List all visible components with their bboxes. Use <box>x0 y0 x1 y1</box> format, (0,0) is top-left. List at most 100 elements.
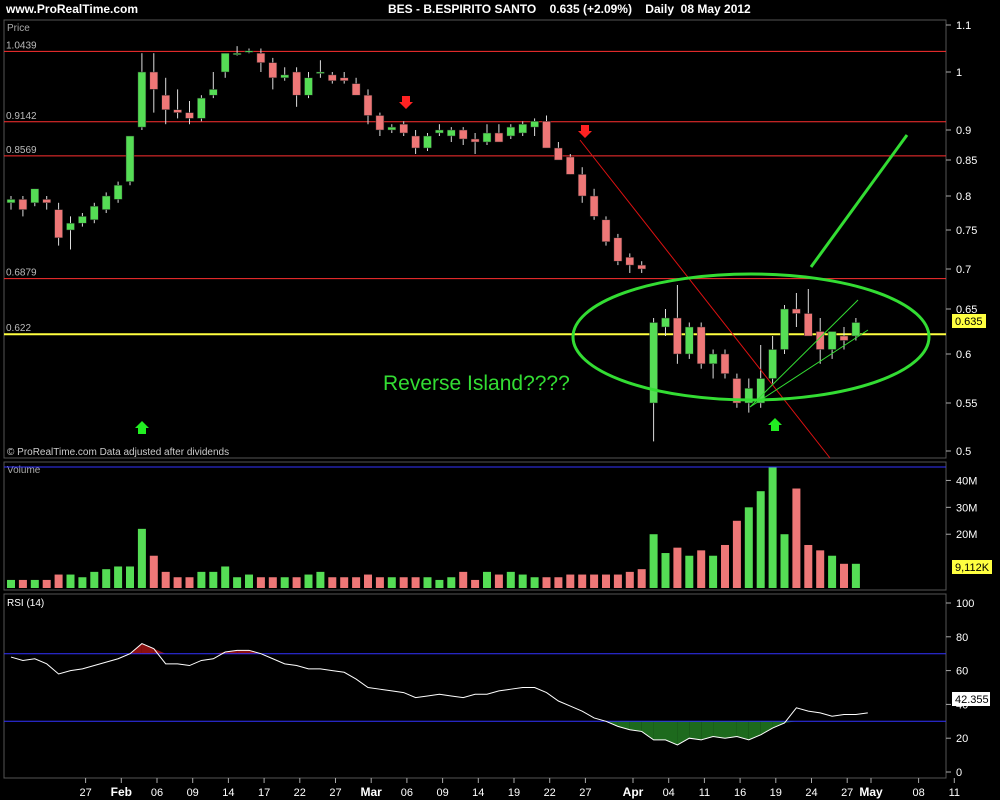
volume-bar <box>649 534 658 588</box>
rsi-panel <box>3 593 947 779</box>
reverse-island-annotation: Reverse Island???? <box>383 372 570 395</box>
price-panel-label: Price <box>7 23 30 34</box>
volume-bar <box>66 574 75 588</box>
volume-bar <box>661 553 670 588</box>
volume-bar <box>494 574 503 588</box>
volume-bar <box>78 577 87 588</box>
price-tick-label: 0.6 <box>956 349 971 361</box>
volume-bar <box>292 577 301 588</box>
x-tick-label: 09 <box>187 787 199 799</box>
candle <box>601 216 611 246</box>
volume-bar <box>18 579 27 588</box>
volume-bar <box>673 547 682 588</box>
volume-bar <box>625 571 634 588</box>
level-line-label: 1.0439 <box>6 40 37 51</box>
x-tick-label: 27 <box>841 787 853 799</box>
rsi-zone-fill <box>725 721 737 739</box>
x-tick-label: Apr <box>623 785 644 799</box>
volume-bar <box>233 577 242 588</box>
rsi-zone-fill <box>237 650 249 654</box>
x-tick-label: 16 <box>734 787 746 799</box>
volume-bar <box>102 569 111 588</box>
volume-bar <box>161 571 170 588</box>
chart-title: BES - B.ESPIRITO SANTO 0.635 (+2.09%) Da… <box>388 2 751 16</box>
volume-tick-label: 20M <box>956 529 977 541</box>
price-tick-label: 0.9 <box>956 125 971 137</box>
volume-bar <box>197 571 206 588</box>
price-y-axis: 1.110.90.850.80.750.70.650.60.550.5 <box>946 20 977 458</box>
rsi-tick-label: 100 <box>956 598 974 610</box>
x-tick-label: 22 <box>544 787 556 799</box>
volume-bar <box>709 555 718 588</box>
volume-bar <box>768 467 777 588</box>
volume-bar <box>578 574 587 588</box>
price-tick-label: 0.55 <box>956 398 977 410</box>
volume-bar <box>732 520 741 588</box>
volume-bar <box>387 577 396 588</box>
volume-bar <box>149 555 158 588</box>
volume-bar <box>721 544 729 588</box>
volume-bar <box>851 563 860 588</box>
volume-bar <box>268 577 277 588</box>
candle <box>125 135 135 186</box>
x-tick-label: Mar <box>361 785 383 799</box>
candle <box>197 95 206 122</box>
volume-bar <box>447 577 456 588</box>
rsi-y-axis: 100806040200 <box>946 598 974 779</box>
volume-bar <box>304 574 313 588</box>
volume-bar <box>90 571 99 588</box>
volume-bar <box>137 528 146 588</box>
volume-bar <box>459 571 468 588</box>
volume-bar <box>816 550 825 588</box>
x-tick-label: 27 <box>329 787 341 799</box>
candle <box>685 322 694 359</box>
volume-bar <box>554 577 563 588</box>
volume-bar <box>7 579 15 588</box>
volume-bar <box>54 574 63 588</box>
volume-bar <box>590 574 599 588</box>
x-tick-label: Feb <box>111 785 132 799</box>
volume-bar <box>435 579 444 588</box>
last-price-badge-text: 0.635 <box>955 316 983 328</box>
level-line-label: 0.9142 <box>6 111 37 122</box>
x-axis: 27 Feb 06 09 14 17 22 27 Mar 06 09 14 19 22 27 Apr 04 11 1… <box>79 778 960 799</box>
price-tick-label: 1 <box>956 67 962 79</box>
volume-bar <box>221 566 230 588</box>
rsi-tick-label: 0 <box>956 767 962 779</box>
volume-bar <box>471 579 480 588</box>
volume-bar <box>518 574 527 588</box>
x-tick-label: 24 <box>805 787 817 799</box>
volume-bar <box>364 574 372 588</box>
volume-y-axis: 40M 30M 20M <box>946 475 977 541</box>
volume-bar <box>602 574 610 588</box>
level-line-label: 0.622 <box>6 323 31 334</box>
volume-tick-label: 40M <box>956 475 977 487</box>
candle <box>732 373 742 408</box>
x-tick-label: 11 <box>699 787 710 799</box>
rsi-zone-fill <box>653 721 666 740</box>
volume-bar <box>685 555 694 588</box>
volume-bar <box>780 534 789 588</box>
volume-bar <box>245 574 253 588</box>
rsi-tick-label: 60 <box>956 666 968 678</box>
volume-bar <box>30 579 39 588</box>
candle <box>613 233 623 266</box>
candle <box>696 322 706 369</box>
volume-bar <box>185 577 194 588</box>
volume-bar <box>209 571 218 588</box>
volume-bar <box>697 550 706 588</box>
site-label[interactable]: www.ProRealTime.com <box>5 2 138 16</box>
x-tick-label: 27 <box>79 787 91 799</box>
x-tick-label: 17 <box>258 787 270 799</box>
x-tick-label: 09 <box>436 787 448 799</box>
volume-bar <box>328 577 337 588</box>
volume-bar <box>411 577 420 588</box>
volume-bar <box>828 555 837 588</box>
rsi-zone-fill <box>689 721 702 740</box>
volume-tick-label: 30M <box>956 502 977 514</box>
x-tick-label: 19 <box>508 787 520 799</box>
candle <box>566 154 575 175</box>
volume-bar <box>530 577 539 588</box>
volume-bar <box>399 577 408 588</box>
volume-bar <box>352 577 361 588</box>
